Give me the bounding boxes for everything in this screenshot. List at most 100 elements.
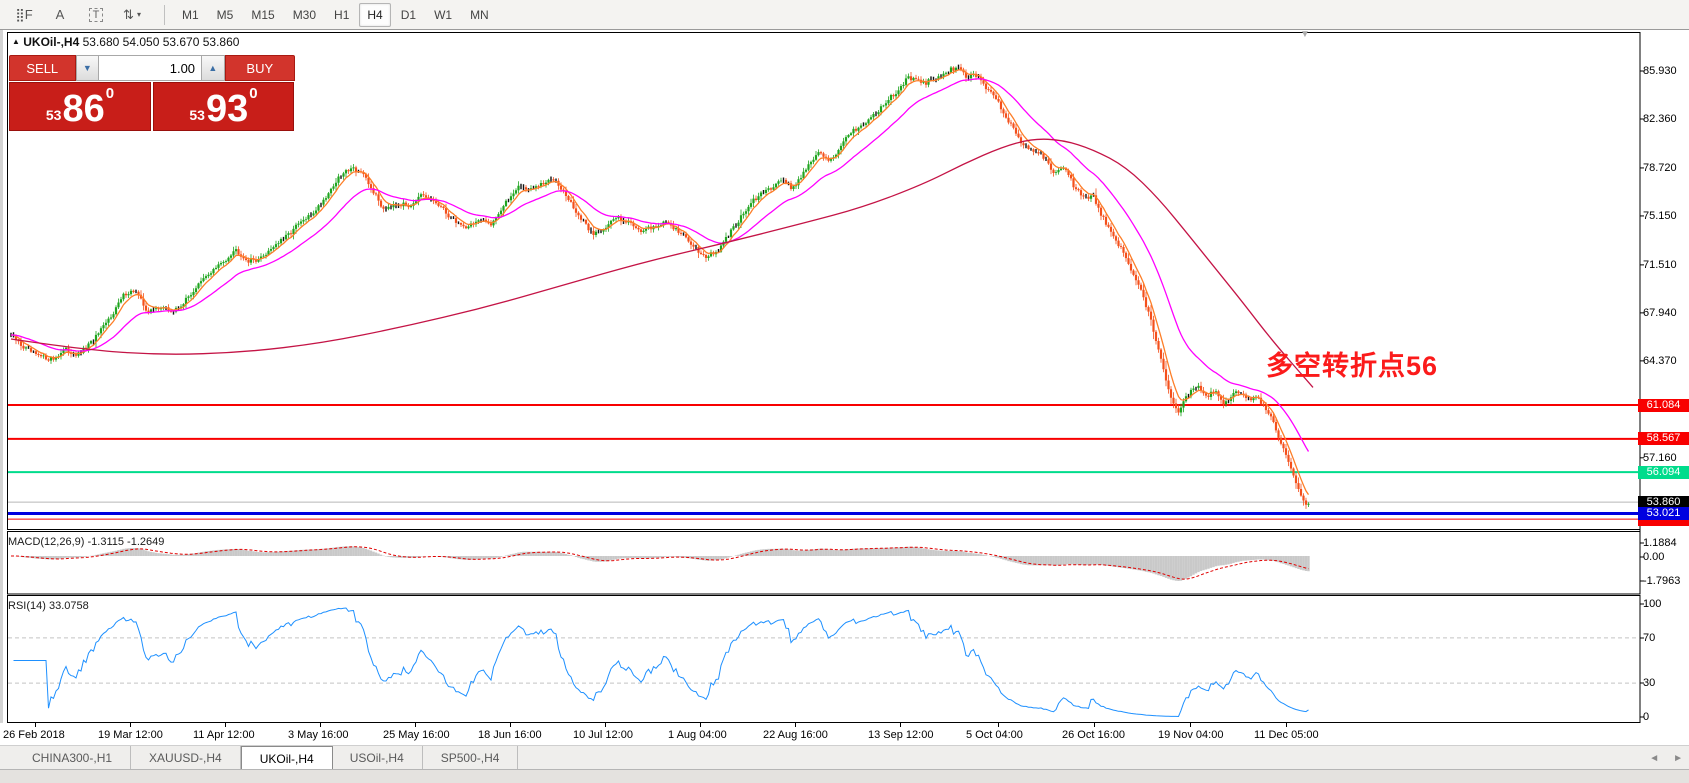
rsi-axis-label: 30 <box>1643 677 1689 689</box>
buy-price-small: 53 <box>189 107 205 123</box>
price-tick-label: 71.510 <box>1643 259 1689 271</box>
macd-panel-svg[interactable] <box>3 531 1689 595</box>
time-axis-label: 19 Nov 04:00 <box>1158 729 1223 741</box>
price-level-badge: 61.084 <box>1638 399 1689 412</box>
price-tick-label: 75.150 <box>1643 210 1689 222</box>
sell-price-small: 53 <box>46 107 62 123</box>
time-axis-tick <box>1286 723 1287 727</box>
time-axis-tick <box>700 723 701 727</box>
buy-quote-button[interactable]: 53 93 0 <box>153 82 294 131</box>
price-tick-label: 67.940 <box>1643 307 1689 319</box>
price-level-badge: 56.094 <box>1638 466 1689 479</box>
tab-scroll-left-icon[interactable]: ◄ <box>1649 753 1659 764</box>
price-tick-label: 82.360 <box>1643 113 1689 125</box>
time-axis-label: 5 Oct 04:00 <box>966 729 1023 741</box>
rsi-axis-label: 70 <box>1643 632 1689 644</box>
timeframe-button-m1[interactable]: M1 <box>174 3 207 27</box>
time-axis-label: 11 Apr 12:00 <box>193 729 255 741</box>
chart-tab-ukoilh4[interactable]: UKOil-,H4 <box>241 746 333 770</box>
timeframe-group: M1M5M15M30H1H4D1W1MN <box>173 3 498 27</box>
sell-price-big: 86 <box>62 92 104 126</box>
macd-axis-label: -1.7963 <box>1643 575 1689 587</box>
text-box-tool-icon[interactable]: T <box>79 3 113 27</box>
volume-input[interactable] <box>99 55 201 81</box>
buy-button[interactable]: BUY <box>225 55 295 81</box>
time-axis-tick <box>1190 723 1191 727</box>
symbol-ohlc: 53.680 54.050 53.670 53.860 <box>83 35 240 49</box>
price-level-badge <box>1638 520 1689 526</box>
sell-price-sup: 0 <box>106 85 114 102</box>
timeframe-button-m15[interactable]: M15 <box>243 3 282 27</box>
time-axis-tick <box>510 723 511 727</box>
rsi-axis-label: 0 <box>1643 711 1689 723</box>
price-level-badge: 53.021 <box>1638 507 1689 520</box>
rsi-panel-svg[interactable] <box>3 595 1689 723</box>
drawing-tool-group: ⣿FAT⇅▾ <box>6 3 150 27</box>
timeframe-button-m5[interactable]: M5 <box>209 3 242 27</box>
rsi-title: RSI(14) 33.0758 <box>8 600 89 612</box>
time-axis-label: 3 May 16:00 <box>288 729 349 741</box>
time-axis-tick <box>1094 723 1095 727</box>
time-axis-label: 22 Aug 16:00 <box>763 729 828 741</box>
sell-quote-button[interactable]: 53 86 0 <box>9 82 151 131</box>
chart-window <box>0 30 1689 782</box>
time-axis-tick <box>225 723 226 727</box>
price-tick-label: 78.720 <box>1643 162 1689 174</box>
sell-button[interactable]: SELL <box>9 55 76 81</box>
timeframe-button-w1[interactable]: W1 <box>426 3 460 27</box>
time-axis-label: 25 May 16:00 <box>383 729 450 741</box>
chart-tab-sp500h4[interactable]: SP500-,H4 <box>423 746 519 770</box>
time-axis-tick <box>605 723 606 727</box>
time-axis-tick <box>130 723 131 727</box>
time-axis-label: 11 Dec 05:00 <box>1254 729 1319 741</box>
time-axis: 26 Feb 2018 19 Mar 12:00 11 Apr 12:00 3 May… <box>0 723 1689 745</box>
chart-shift-marker-icon: ▼ <box>1300 29 1310 40</box>
volume-increase-button[interactable]: ▲ <box>201 55 225 81</box>
time-axis-tick <box>998 723 999 727</box>
status-bar <box>0 769 1689 783</box>
time-axis-label: 26 Oct 16:00 <box>1062 729 1125 741</box>
toolbar-separator <box>164 5 165 25</box>
text-label-tool-icon[interactable]: A <box>43 3 77 27</box>
timeframe-button-m30[interactable]: M30 <box>285 3 324 27</box>
price-level-badge: 58.567 <box>1638 432 1689 445</box>
buy-price-big: 93 <box>206 92 248 126</box>
time-axis-tick <box>900 723 901 727</box>
buy-price-sup: 0 <box>249 85 257 102</box>
timeframe-button-h1[interactable]: H1 <box>326 3 357 27</box>
time-axis-label: 26 Feb 2018 <box>3 729 65 741</box>
chart-tab-xauusdh4[interactable]: XAUUSD-,H4 <box>131 746 241 770</box>
toolbar: ⣿FAT⇅▾ M1M5M15M30H1H4D1W1MN <box>0 0 1689 30</box>
volume-decrease-button[interactable]: ▼ <box>76 55 100 81</box>
timeframe-button-mn[interactable]: MN <box>462 3 497 27</box>
chart-tab-china300h1[interactable]: CHINA300-,H1 <box>14 746 131 770</box>
chart-tab-usoilh4[interactable]: USOil-,H4 <box>332 746 423 770</box>
rsi-axis-label: 100 <box>1643 598 1689 610</box>
time-axis-label: 19 Mar 12:00 <box>98 729 163 741</box>
indicator-grid-tool-icon[interactable]: ⣿F <box>7 3 41 27</box>
time-axis-tick <box>415 723 416 727</box>
tab-scroll-right-icon[interactable]: ► <box>1673 753 1683 764</box>
macd-axis-label: 0.00 <box>1643 551 1689 563</box>
price-tick-label: 64.370 <box>1643 355 1689 367</box>
macd-axis-label: 1.1884 <box>1643 537 1689 549</box>
symbol-header: ▲ UKOil-,H4 53.680 54.050 53.670 53.860 <box>12 35 239 49</box>
time-axis-tick <box>795 723 796 727</box>
timeframe-button-h4[interactable]: H4 <box>359 3 390 27</box>
timeframe-button-d1[interactable]: D1 <box>393 3 424 27</box>
chart-annotation: 多空转折点56 <box>1266 344 1438 383</box>
symbol-collapse-icon[interactable]: ▲ <box>12 37 20 46</box>
price-tick-label: 85.930 <box>1643 65 1689 77</box>
macd-title: MACD(12,26,9) -1.3115 -1.2649 <box>8 536 164 548</box>
time-axis-label: 13 Sep 12:00 <box>868 729 933 741</box>
time-axis-label: 10 Jul 12:00 <box>573 729 633 741</box>
symbol-name: UKOil-,H4 <box>23 35 79 49</box>
time-axis-tick <box>320 723 321 727</box>
chart-tab-bar: CHINA300-,H1XAUUSD-,H4UKOil-,H4USOil-,H4… <box>0 745 1689 770</box>
time-axis-tick <box>35 723 36 727</box>
one-click-trade-panel: SELL ▼ ▲ BUY 53 86 0 53 93 0 <box>9 55 295 131</box>
price-tick-label: 57.160 <box>1643 452 1689 464</box>
time-axis-label: 1 Aug 04:00 <box>668 729 727 741</box>
time-axis-label: 18 Jun 16:00 <box>478 729 542 741</box>
cursor-mode-tool-icon[interactable]: ⇅▾ <box>115 3 149 27</box>
